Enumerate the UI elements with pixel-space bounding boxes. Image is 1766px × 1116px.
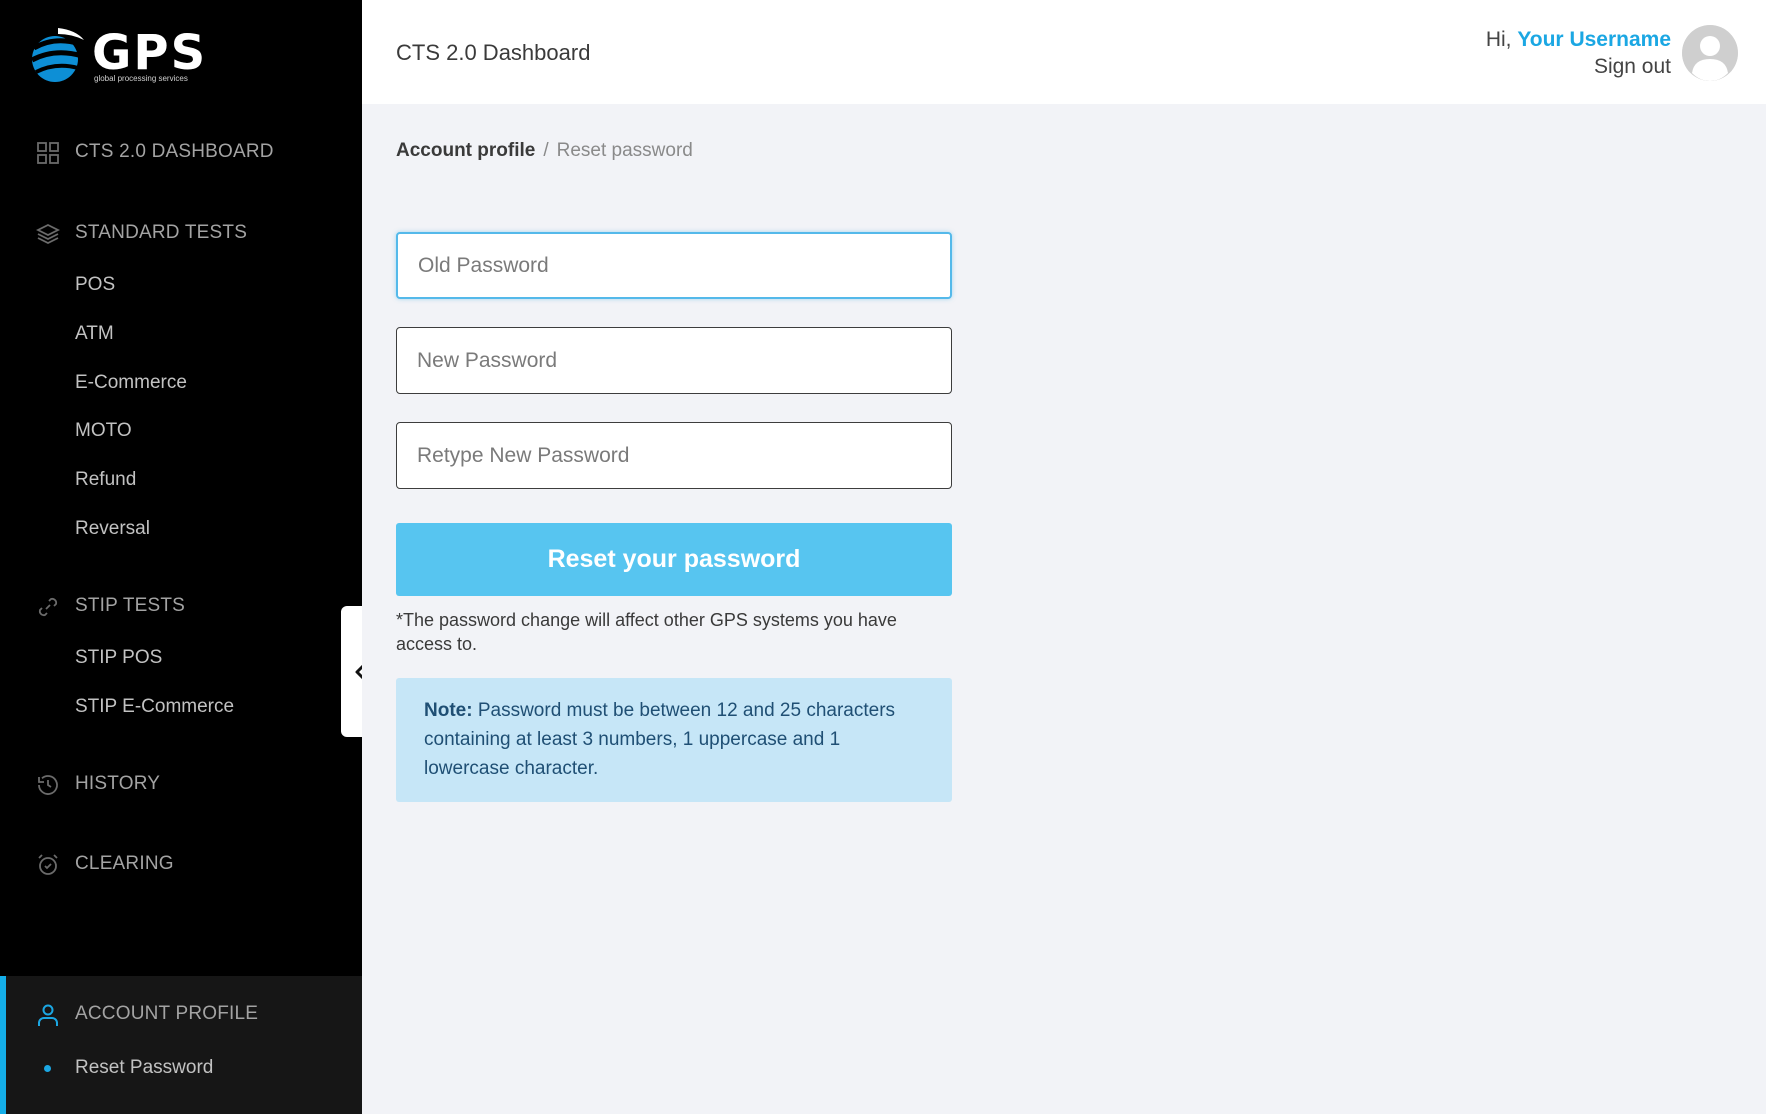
page-title: CTS 2.0 Dashboard xyxy=(396,40,591,65)
avatar[interactable] xyxy=(1682,25,1738,81)
active-dot xyxy=(44,1065,51,1072)
reset-password-button[interactable]: Reset your password xyxy=(396,523,952,596)
old-password-field[interactable] xyxy=(396,232,952,299)
sign-out-link[interactable]: Sign out xyxy=(1486,53,1671,80)
sidebar-item-moto[interactable]: MOTO xyxy=(75,416,132,446)
new-password-field[interactable] xyxy=(396,327,952,394)
nav-dashboard[interactable]: CTS 2.0 DASHBOARD xyxy=(0,134,362,170)
sidebar-item-atm[interactable]: ATM xyxy=(75,319,114,349)
main-content: Account profile / Reset password Reset you… xyxy=(362,104,1766,1114)
top-bar: CTS 2.0 Dashboard Hi, Your Username Sign… xyxy=(362,0,1766,104)
alarm-clock-icon xyxy=(38,854,58,875)
sidebar-item-stip-pos[interactable]: STIP POS xyxy=(75,643,162,673)
nav-clearing-label: CLEARING xyxy=(75,853,174,874)
nav-standard-tests[interactable]: STANDARD TESTS xyxy=(0,215,362,251)
greeting-text: Hi, xyxy=(1485,28,1512,51)
nav-standard-tests-label: STANDARD TESTS xyxy=(75,222,248,243)
breadcrumb-current: Reset password xyxy=(556,140,693,161)
user-icon xyxy=(38,1004,58,1026)
password-change-hint: *The password change will affect other G… xyxy=(396,610,897,654)
sidebar-item-pos[interactable]: POS xyxy=(75,270,115,300)
sidebar: GPS global processing services CTS 2.0 D… xyxy=(0,0,362,1114)
link-icon xyxy=(38,597,58,617)
globe-logo-icon xyxy=(30,28,84,82)
breadcrumb-account-profile[interactable]: Account profile xyxy=(396,140,535,161)
account-profile-section: ACCOUNT PROFILE Reset Password xyxy=(0,976,362,1114)
user-greeting: Hi, Your Username Sign out xyxy=(1486,26,1671,80)
password-requirements-note: Note: Password must be between 12 and 25… xyxy=(396,678,952,802)
note-label: Note: xyxy=(424,700,473,721)
history-icon xyxy=(38,775,58,795)
username-link[interactable]: Your Username xyxy=(1517,28,1671,51)
sidebar-item-reversal[interactable]: Reversal xyxy=(75,514,150,544)
note-text: Password must be between 12 and 25 chara… xyxy=(424,700,896,779)
nav-clearing[interactable]: CLEARING xyxy=(0,846,362,882)
brand-logo[interactable]: GPS global processing services xyxy=(28,26,228,86)
breadcrumb-separator: / xyxy=(543,140,549,161)
sidebar-item-ecommerce[interactable]: E-Commerce xyxy=(75,368,187,398)
sidebar-item-refund[interactable]: Refund xyxy=(75,465,136,495)
sidebar-item-reset-password[interactable]: Reset Password xyxy=(75,1053,213,1083)
nav-stip-tests-label: STIP TESTS xyxy=(75,595,186,616)
nav-history-label: HISTORY xyxy=(75,773,161,794)
nav-history[interactable]: HISTORY xyxy=(0,766,362,802)
brand-name: GPS xyxy=(92,25,208,81)
nav-account-profile[interactable]: ACCOUNT PROFILE xyxy=(0,996,362,1032)
breadcrumb: Account profile / Reset password xyxy=(396,140,693,162)
nav-account-profile-label: ACCOUNT PROFILE xyxy=(75,1003,259,1024)
brand-tagline: global processing services xyxy=(94,74,188,83)
grid-icon xyxy=(37,142,59,164)
sidebar-item-stip-ecommerce[interactable]: STIP E-Commerce xyxy=(75,692,234,722)
layers-icon xyxy=(36,223,60,245)
retype-password-field[interactable] xyxy=(396,422,952,489)
nav-dashboard-label: CTS 2.0 DASHBOARD xyxy=(75,141,274,162)
nav-stip-tests[interactable]: STIP TESTS xyxy=(0,588,362,624)
user-avatar-icon xyxy=(1682,25,1738,81)
